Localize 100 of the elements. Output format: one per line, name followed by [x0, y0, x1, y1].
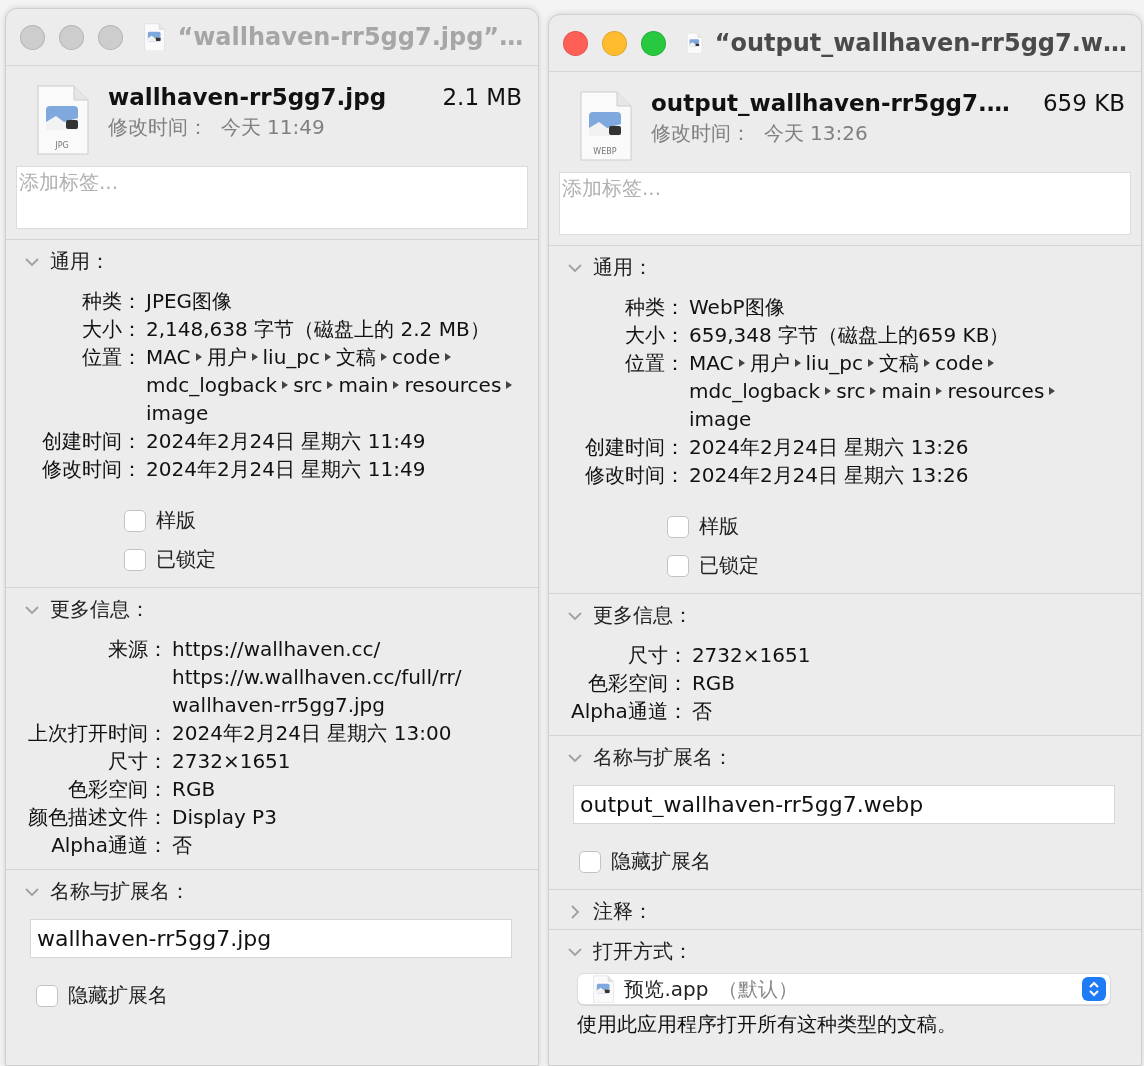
path-item: main — [338, 372, 389, 399]
window-control[interactable] — [20, 24, 45, 50]
path-item: 用户 — [206, 344, 247, 371]
checkbox-label: 隐藏扩展名 — [68, 982, 168, 1009]
section-header[interactable]: 打开方式： — [549, 938, 693, 965]
app-popup[interactable]: 预览.app （默认） — [577, 973, 1111, 1005]
info-value: 2024年2月24日 星期六 11:49 — [146, 456, 427, 483]
section-header[interactable]: 注释： — [549, 898, 653, 925]
file-type-label: WEBP — [592, 147, 618, 156]
window-control[interactable] — [602, 30, 627, 56]
file-size: 2.1 MB — [442, 84, 522, 110]
section-header[interactable]: 通用： — [6, 248, 110, 275]
info-label: 来源： — [107, 636, 168, 663]
window-control[interactable] — [59, 24, 84, 50]
path-item: image — [689, 406, 752, 433]
info-value: WebP图像 — [689, 294, 786, 321]
hint-text: 使用此应用程序打开所有这种类型的文稿。 — [577, 1011, 958, 1038]
window-control[interactable] — [98, 24, 123, 50]
path-item: liu_pc — [262, 344, 321, 371]
name-field[interactable]: wallhaven-rr5gg7.jpg — [30, 919, 512, 958]
info-label: 大小： — [624, 322, 685, 349]
info-value: 2024年2月24日 星期六 13:26 — [689, 434, 970, 461]
triangle-icon — [393, 381, 400, 389]
info-label: 色彩空间： — [586, 670, 688, 697]
window-controls[interactable] — [563, 30, 666, 56]
info-value: Display P3 — [172, 804, 278, 831]
checkbox-label: 已锁定 — [156, 546, 216, 573]
triangle-icon — [506, 381, 513, 389]
window-title: “output_wallhaven-rr5gg7.w… — [714, 29, 1127, 57]
info-value: 2024年2月24日 星期六 11:49 — [146, 428, 427, 455]
app-icon — [592, 974, 615, 1004]
checkbox[interactable] — [124, 548, 146, 571]
file-size: 659 KB — [1042, 90, 1125, 116]
triangle-icon — [924, 359, 931, 367]
section-header[interactable]: 更多信息： — [549, 602, 693, 629]
checkbox[interactable] — [667, 554, 689, 577]
path-item: image — [146, 400, 209, 427]
checkbox[interactable] — [579, 850, 601, 873]
section-header[interactable]: 更多信息： — [6, 596, 150, 623]
tags-field[interactable]: 添加标签... — [16, 166, 528, 229]
window-control[interactable] — [641, 30, 666, 56]
section-header[interactable]: 通用： — [549, 254, 653, 281]
path-item: main — [881, 378, 932, 405]
name-field[interactable]: output_wallhaven-rr5gg7.webp — [573, 785, 1115, 824]
triangle-icon — [825, 387, 832, 395]
path-item: src — [836, 378, 866, 405]
info-value: JPEG图像 — [146, 288, 234, 315]
info-value: 2,148,638 字节（磁盘上的 2.2 MB） — [146, 316, 491, 343]
path-item: 文稿 — [879, 350, 920, 377]
checkbox-label: 已锁定 — [699, 552, 759, 579]
modified-time: 修改时间： 今天 13:26 — [651, 120, 869, 147]
triangle-icon — [870, 387, 877, 395]
checkbox-label: 样版 — [156, 507, 196, 534]
checkbox[interactable] — [36, 984, 58, 1007]
file-type-label: JPG — [54, 141, 70, 150]
path-item: MAC — [146, 344, 191, 371]
info-value: 否 — [691, 698, 713, 725]
stepper-icon — [1082, 977, 1106, 1001]
section-header[interactable]: 名称与扩展名： — [549, 744, 733, 771]
path-item: mdc_logback — [146, 372, 278, 399]
path-item: code — [935, 350, 984, 377]
window-controls[interactable] — [20, 24, 123, 50]
info-value: 2024年2月24日 星期六 13:00 — [172, 720, 453, 747]
triangle-icon — [1049, 387, 1056, 395]
triangle-icon — [936, 387, 943, 395]
info-label: 色彩空间： — [67, 776, 168, 803]
info-label: Alpha通道： — [50, 832, 168, 859]
info-label: 种类： — [624, 294, 685, 321]
info-label: 位置： — [81, 344, 142, 371]
document-icon — [143, 22, 166, 52]
tags-field[interactable]: 添加标签... — [559, 172, 1131, 235]
path-item: code — [392, 344, 441, 371]
triangle-icon — [327, 381, 334, 389]
triangle-icon — [195, 353, 202, 361]
file-name: wallhaven-rr5gg7.jpg — [108, 84, 387, 110]
info-label: Alpha通道： — [571, 698, 688, 725]
path-item: liu_pc — [805, 350, 864, 377]
checkbox-label: 样版 — [699, 513, 739, 540]
triangle-icon — [381, 353, 388, 361]
info-value: 2732×1651 — [691, 642, 812, 669]
triangle-icon — [445, 353, 452, 361]
info-label: 创建时间： — [585, 434, 685, 461]
info-value: RGB — [172, 776, 217, 803]
path-item: 用户 — [749, 350, 790, 377]
path-item: resources — [947, 378, 1045, 405]
triangle-icon — [794, 359, 801, 367]
section-header[interactable]: 名称与扩展名： — [6, 878, 190, 905]
window-control[interactable] — [563, 30, 588, 56]
info-label: 种类： — [81, 288, 142, 315]
info-value: 2732×1651 — [172, 748, 292, 775]
checkbox[interactable] — [124, 509, 146, 532]
checkbox-label: 隐藏扩展名 — [611, 848, 711, 875]
path-item: resources — [404, 372, 502, 399]
path-item: src — [293, 372, 323, 399]
checkbox[interactable] — [667, 515, 689, 538]
document-icon — [34, 84, 90, 156]
triangle-icon — [282, 381, 289, 389]
info-value: 否 — [172, 832, 193, 859]
info-value: https://wallhaven.cc/ https://w.wallhaven.cc/full/rr/ wallhaven-rr5gg7.jpg — [172, 636, 463, 719]
window-title: “wallhaven-rr5gg7.jpg”… — [177, 23, 524, 51]
